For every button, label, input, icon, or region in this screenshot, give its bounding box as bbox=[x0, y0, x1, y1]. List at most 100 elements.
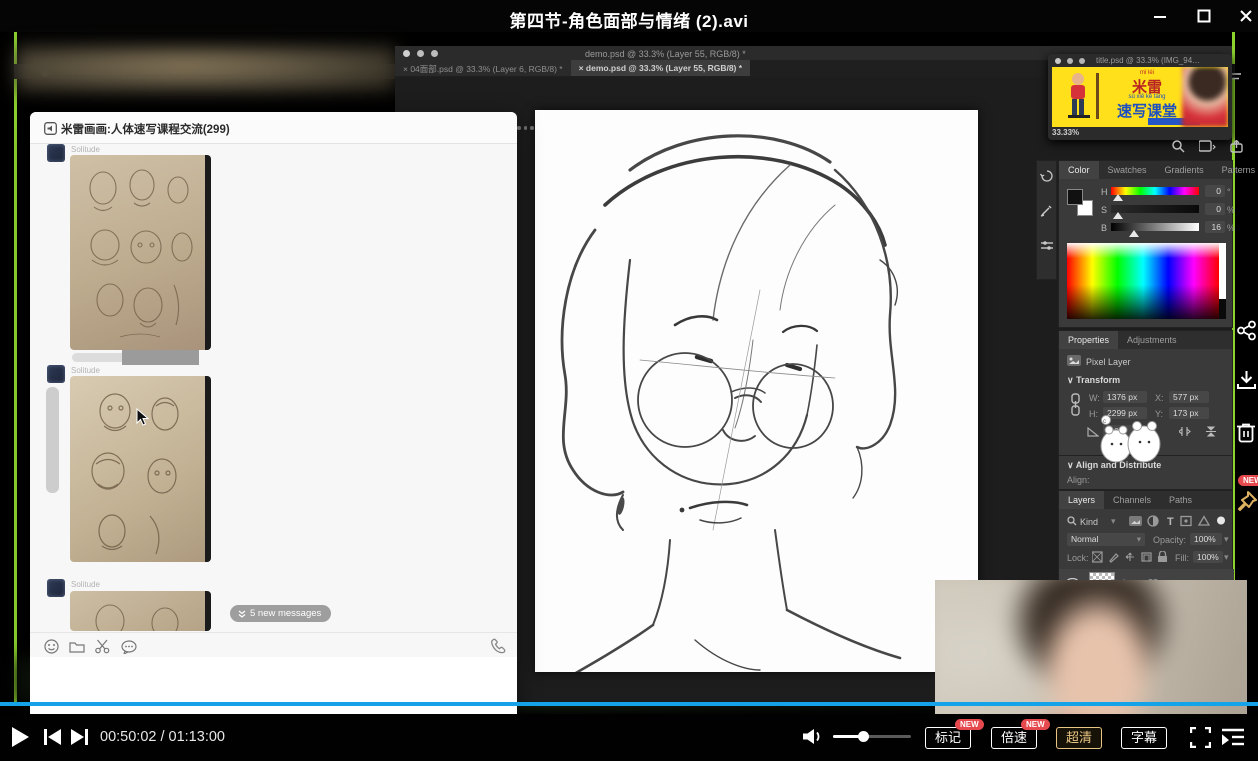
avatar[interactable] bbox=[47, 144, 65, 162]
volume-slider-thumb[interactable] bbox=[858, 731, 869, 742]
message-image-1[interactable] bbox=[70, 155, 211, 350]
previous-button[interactable] bbox=[44, 729, 62, 745]
eyedropper-icon[interactable] bbox=[1040, 203, 1054, 217]
color-spectrum[interactable] bbox=[1067, 243, 1219, 319]
opacity-value[interactable]: 100% bbox=[1190, 533, 1222, 545]
volume-icon[interactable] bbox=[803, 728, 823, 745]
brightness-slider-thumb[interactable] bbox=[1129, 230, 1139, 237]
speed-button[interactable]: 倍速 bbox=[991, 727, 1037, 749]
brightness-label: B bbox=[1101, 223, 1107, 233]
subtitle-button[interactable]: 字幕 bbox=[1121, 727, 1167, 749]
trash-icon[interactable] bbox=[1236, 422, 1256, 444]
video-frame[interactable]: WeChat File Edit View Window Help 100% U… bbox=[0, 32, 1258, 714]
banner-image: mǐ léi 米雷 sù xiě kè táng 速写课堂 bbox=[1052, 67, 1228, 127]
mark-button[interactable]: 标记 bbox=[925, 727, 971, 749]
foreground-color-swatch[interactable] bbox=[1067, 189, 1083, 205]
hue-slider[interactable] bbox=[1111, 187, 1199, 195]
fullscreen-icon[interactable] bbox=[1190, 727, 1211, 748]
sender-name: Solitude bbox=[71, 145, 100, 154]
sliders-icon[interactable] bbox=[1040, 239, 1054, 253]
new-messages-button[interactable]: 5 new messages bbox=[230, 605, 331, 622]
chat-scrollbar[interactable] bbox=[46, 387, 59, 493]
arrange-documents-icon[interactable] bbox=[1199, 140, 1216, 153]
ps-zoom-icon[interactable] bbox=[431, 50, 438, 57]
ps-search-icon[interactable] bbox=[1172, 140, 1185, 153]
portrait-sketch bbox=[535, 110, 978, 672]
message-image-2[interactable] bbox=[70, 376, 211, 562]
maximize-icon[interactable] bbox=[1196, 8, 1212, 24]
float-close-icon[interactable] bbox=[1055, 58, 1061, 64]
tab-properties[interactable]: Properties bbox=[1059, 331, 1118, 349]
saturation-value[interactable]: 0 bbox=[1205, 203, 1225, 215]
next-button[interactable] bbox=[70, 729, 88, 745]
mark-new-badge: NEW bbox=[955, 719, 984, 730]
voice-call-icon[interactable] bbox=[490, 638, 507, 654]
history-brush-icon[interactable] bbox=[1040, 169, 1054, 183]
opacity-dropdown-icon[interactable]: ▾ bbox=[1224, 534, 1229, 545]
tab-paths[interactable]: Paths bbox=[1160, 491, 1201, 509]
fill-value[interactable]: 100% bbox=[1193, 551, 1223, 563]
ps-canvas[interactable] bbox=[535, 110, 978, 672]
message-image-3[interactable] bbox=[70, 591, 211, 631]
quality-button[interactable]: 超清 bbox=[1056, 727, 1102, 749]
emoji-icon[interactable] bbox=[44, 639, 59, 654]
tab-color[interactable]: Color bbox=[1059, 161, 1099, 179]
flip-vertical-icon[interactable] bbox=[1205, 426, 1217, 437]
brightness-slider[interactable] bbox=[1111, 223, 1199, 231]
y-value[interactable]: 173 px bbox=[1169, 407, 1209, 419]
brightness-value[interactable]: 16 bbox=[1205, 221, 1225, 233]
share-icon[interactable] bbox=[1236, 320, 1257, 341]
properties-panel-tabs: Properties Adjustments bbox=[1059, 331, 1232, 349]
playlist-icon[interactable] bbox=[1222, 728, 1244, 746]
flip-horizontal-icon[interactable] bbox=[1179, 426, 1193, 437]
video-player-window: 第四节-角色面部与情绪 (2).avi WeChat File Edit Vie… bbox=[0, 0, 1258, 761]
ps-tab-inactive[interactable]: × 04面部.psd @ 33.3% (Layer 6, RGB/8) * bbox=[395, 60, 571, 76]
float-minimize-icon[interactable] bbox=[1067, 58, 1073, 64]
tab-swatches[interactable]: Swatches bbox=[1099, 161, 1156, 179]
hue-value[interactable]: 0 bbox=[1205, 185, 1225, 197]
float-zoom-icon[interactable] bbox=[1079, 58, 1085, 64]
lock-icons[interactable] bbox=[1092, 551, 1168, 563]
spectrum-black-column[interactable] bbox=[1219, 299, 1226, 319]
fill-dropdown-icon[interactable]: ▾ bbox=[1224, 552, 1229, 563]
minimize-icon[interactable] bbox=[1152, 8, 1168, 24]
transform-section-header[interactable]: ∨ Transform bbox=[1067, 375, 1120, 386]
ps-close-icon[interactable] bbox=[403, 50, 410, 57]
layer-filter-kind[interactable]: Kind bbox=[1080, 517, 1098, 527]
tab-gradients[interactable]: Gradients bbox=[1156, 161, 1213, 179]
saturation-slider-thumb[interactable] bbox=[1113, 212, 1123, 219]
folder-icon[interactable] bbox=[69, 640, 85, 653]
hue-slider-thumb[interactable] bbox=[1113, 194, 1123, 201]
tab-layers[interactable]: Layers bbox=[1059, 491, 1104, 509]
pin-icon[interactable] bbox=[1236, 490, 1258, 514]
share-document-icon[interactable] bbox=[1230, 140, 1243, 153]
blend-mode-select[interactable]: Normal ▾ bbox=[1067, 533, 1145, 546]
chat-more-icon[interactable] bbox=[517, 126, 534, 130]
tab-channels[interactable]: Channels bbox=[1104, 491, 1160, 509]
ps-tab-active[interactable]: × demo.psd @ 33.3% (Layer 55, RGB/8) * bbox=[571, 60, 750, 76]
saturation-slider[interactable] bbox=[1111, 205, 1199, 213]
layer-filter-icons[interactable]: T bbox=[1129, 515, 1229, 527]
spectrum-white-column[interactable] bbox=[1219, 243, 1226, 299]
lock-label: Lock: bbox=[1067, 553, 1089, 563]
width-value[interactable]: 1376 px bbox=[1103, 391, 1147, 403]
seek-bar[interactable] bbox=[0, 702, 1258, 706]
download-icon[interactable] bbox=[1236, 370, 1257, 391]
message-history-icon[interactable] bbox=[121, 640, 137, 654]
ps-minimize-icon[interactable] bbox=[417, 50, 424, 57]
tab-patterns[interactable]: Patterns bbox=[1213, 161, 1258, 179]
link-dimensions-icon[interactable] bbox=[1069, 393, 1082, 417]
notification-center-icon[interactable] bbox=[1231, 72, 1241, 81]
tab-adjustments[interactable]: Adjustments bbox=[1118, 331, 1186, 349]
avatar[interactable] bbox=[47, 365, 65, 383]
screenshot-scissors-icon[interactable] bbox=[95, 639, 110, 654]
avatar[interactable] bbox=[47, 579, 65, 597]
sketch-photo-1 bbox=[70, 155, 211, 350]
hue-unit: ° bbox=[1227, 187, 1231, 197]
x-value[interactable]: 577 px bbox=[1169, 391, 1209, 403]
kind-dropdown-icon[interactable]: ▾ bbox=[1111, 516, 1116, 527]
float-zoom-level: 33.33% bbox=[1052, 128, 1079, 137]
play-button[interactable] bbox=[10, 726, 30, 748]
close-icon[interactable] bbox=[1238, 8, 1254, 24]
saturation-unit: % bbox=[1227, 205, 1235, 215]
